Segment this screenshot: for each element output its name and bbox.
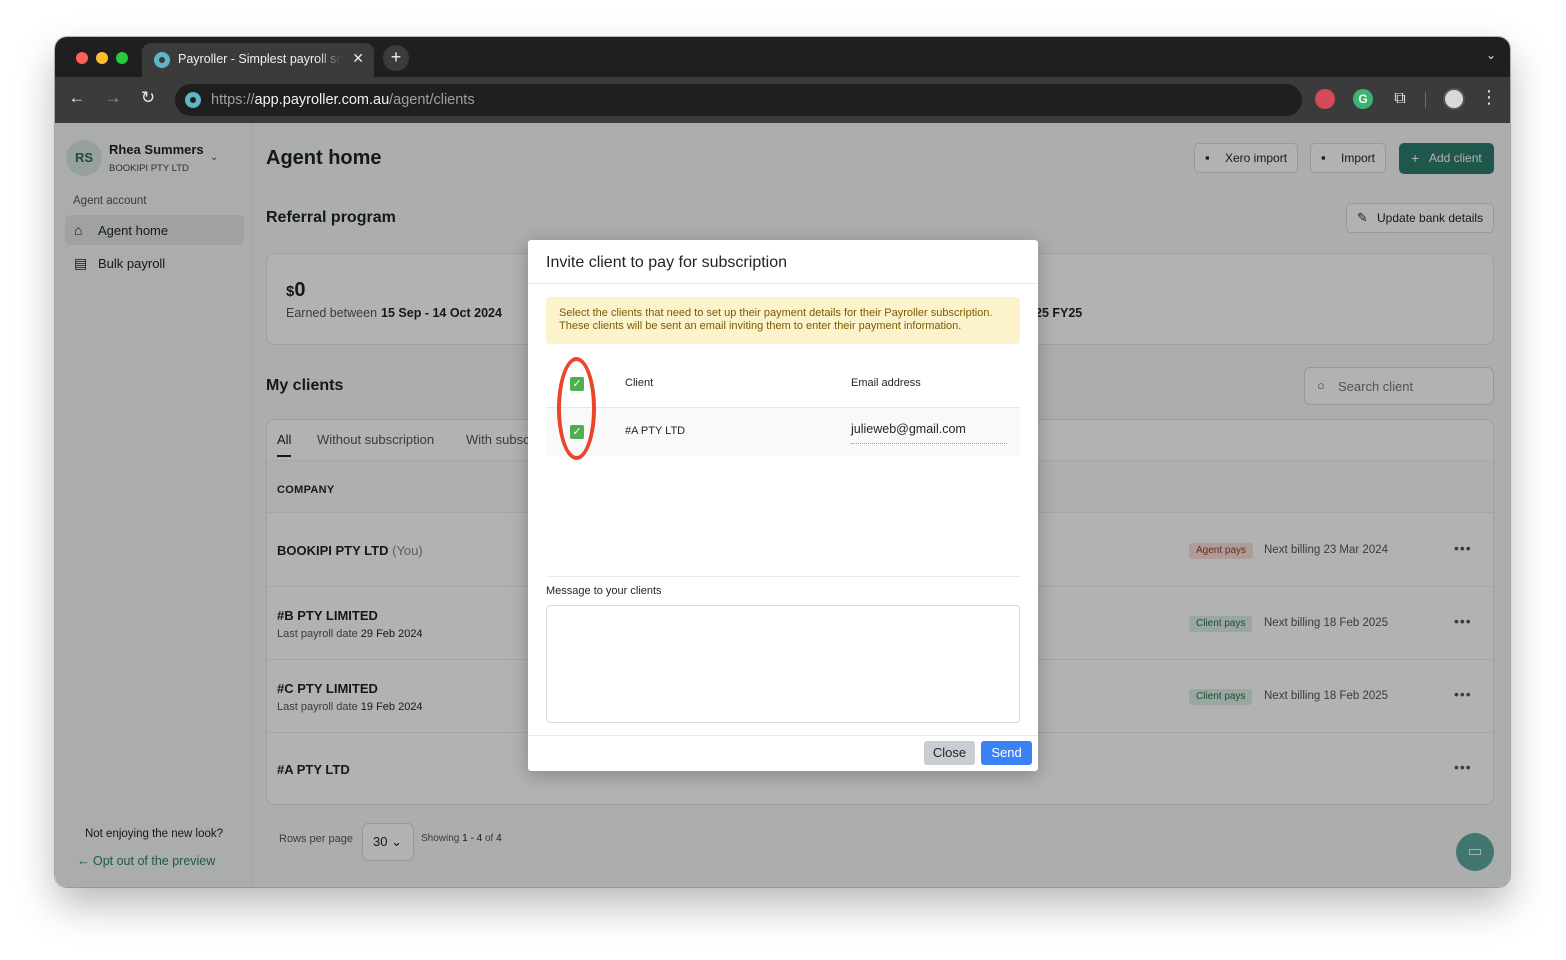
profile-avatar-icon[interactable] <box>1443 88 1465 110</box>
extensions-puzzle-icon[interactable]: ⧉ <box>1390 89 1410 109</box>
browser-tab[interactable]: Payroller - Simplest payroll so ✕ <box>142 43 374 77</box>
column-email: Email address <box>851 377 921 389</box>
address-bar[interactable]: https://app.payroller.com.au/agent/clien… <box>175 84 1302 116</box>
toolbar-divider <box>1425 92 1426 108</box>
modal-table-row: ✓ #A PTY LTD julieweb@gmail.com <box>546 408 1020 456</box>
message-textarea[interactable] <box>546 605 1020 723</box>
site-info-icon[interactable] <box>185 92 201 108</box>
invite-client-modal: Invite client to pay for subscription Se… <box>528 240 1038 771</box>
forward-arrow-icon[interactable]: → <box>102 88 124 108</box>
divider <box>528 735 1038 736</box>
annotation-highlight <box>557 357 596 460</box>
browser-menu-icon[interactable]: ⋮ <box>1480 87 1498 107</box>
close-window-button[interactable] <box>76 52 88 64</box>
minimize-window-button[interactable] <box>96 52 108 64</box>
message-label: Message to your clients <box>546 585 662 597</box>
close-button[interactable]: Close <box>924 741 975 765</box>
back-arrow-icon[interactable]: ← <box>66 88 88 108</box>
reload-icon[interactable]: ↻ <box>137 88 159 108</box>
modal-table-header: ✓ Client Email address <box>546 360 1020 408</box>
client-name: #A PTY LTD <box>625 425 686 437</box>
grammarly-extension-icon[interactable]: G <box>1353 89 1373 109</box>
send-button[interactable]: Send <box>981 741 1032 765</box>
divider <box>528 283 1038 284</box>
payroller-favicon-icon <box>154 52 170 68</box>
browser-toolbar: ← → ↻ https://app.payroller.com.au/agent… <box>55 77 1510 123</box>
browser-window: Payroller - Simplest payroll so ✕ + ⌄ ← … <box>55 37 1510 887</box>
modal-title: Invite client to pay for subscription <box>546 254 788 271</box>
url-text: https://app.payroller.com.au/agent/clien… <box>211 92 475 108</box>
divider <box>546 576 1020 577</box>
maximize-window-button[interactable] <box>116 52 128 64</box>
extension-bell-icon[interactable] <box>1315 89 1335 109</box>
email-field[interactable]: julieweb@gmail.com <box>851 422 1007 444</box>
new-tab-button[interactable]: + <box>383 45 409 71</box>
info-alert: Select the clients that need to set up t… <box>546 297 1020 344</box>
column-client: Client <box>625 377 654 389</box>
tab-search-chevron-icon[interactable]: ⌄ <box>1486 48 1496 62</box>
tab-bar: Payroller - Simplest payroll so ✕ + ⌄ <box>55 37 1510 77</box>
tab-title: Payroller - Simplest payroll so <box>178 52 342 66</box>
close-tab-icon[interactable]: ✕ <box>352 50 364 67</box>
